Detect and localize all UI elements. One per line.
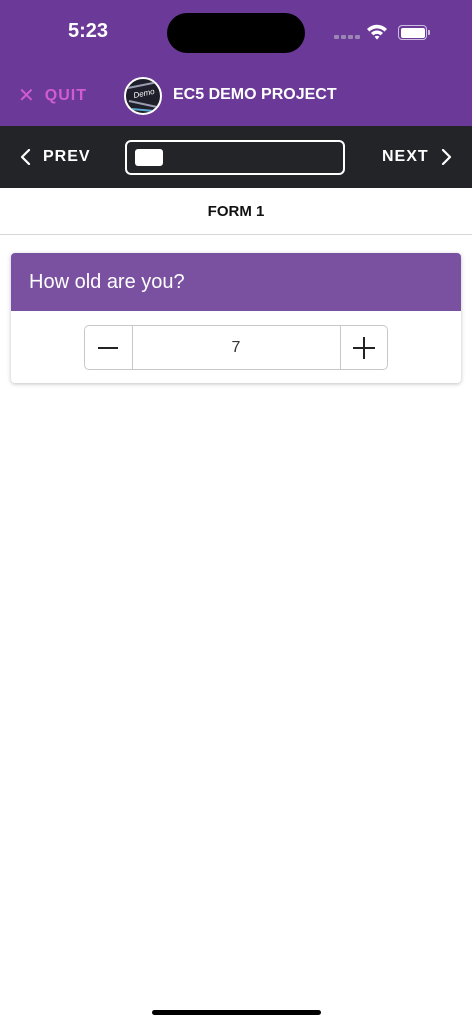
plus-icon [352, 336, 375, 359]
cellular-signal-icon [334, 35, 360, 41]
wifi-icon [367, 24, 387, 40]
status-time: 5:23 [68, 20, 109, 42]
dynamic-island [167, 13, 305, 53]
quit-label: QUIT [44, 87, 87, 104]
age-stepper [84, 325, 388, 370]
chevron-left-icon [20, 149, 31, 165]
question-header: How old are you? [11, 253, 461, 311]
home-indicator [152, 1010, 321, 1015]
age-input[interactable] [132, 326, 340, 369]
prev-label: PREV [43, 148, 91, 165]
form-title-bar: FORM 1 [0, 188, 472, 235]
close-icon: ✕ [18, 85, 36, 107]
decrement-button[interactable] [85, 326, 133, 369]
project-title: EC5 DEMO PROJECT [173, 86, 337, 103]
form-navigation-bar: PREV NEXT [0, 126, 472, 188]
minus-icon [98, 346, 119, 349]
next-button[interactable]: NEXT [382, 146, 452, 168]
chevron-right-icon [441, 149, 451, 165]
question-card: How old are you? [11, 253, 461, 383]
next-label: NEXT [382, 148, 429, 165]
form-progress-bar [125, 140, 345, 175]
app-header: 5:23 ✕ QUIT Demo EC5 DEMO PROJECT [0, 0, 472, 126]
battery-icon [398, 25, 430, 40]
form-title: FORM 1 [207, 203, 265, 220]
question-text: How old are you? [29, 271, 185, 293]
prev-button[interactable]: PREV [20, 146, 91, 168]
progress-fill [135, 149, 163, 166]
quit-button[interactable]: ✕ QUIT [18, 84, 87, 108]
project-logo: Demo [124, 77, 162, 115]
increment-button[interactable] [339, 326, 388, 369]
